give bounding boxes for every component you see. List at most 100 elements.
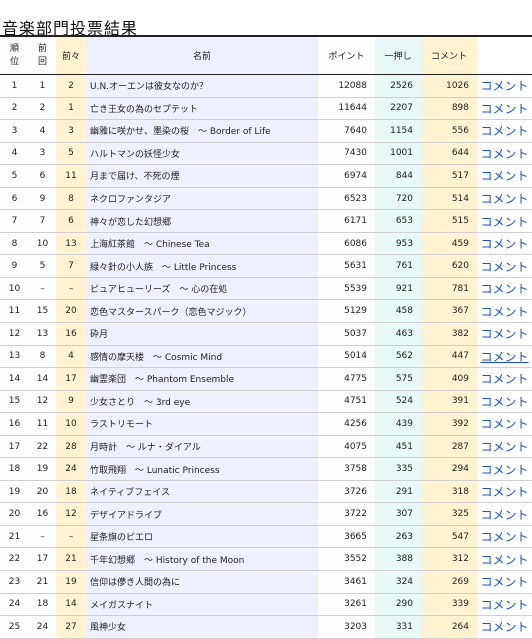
cell-rank: 10 [0, 277, 29, 301]
cell-comment-link: コメント [477, 593, 532, 617]
cell-song-name: 信仰は儚き人間の為に [86, 570, 318, 594]
comment-link[interactable]: コメント [480, 192, 528, 206]
cell-prev2: 4 [56, 345, 86, 369]
table-row: 3 4 3 幽雅に咲かせ、墨染の桜 ～ Border of Life 7640 1154 5… [0, 119, 532, 143]
cell-comments: 287 [421, 435, 477, 459]
cell-rank: 6 [0, 187, 29, 211]
comment-link[interactable]: コメント [480, 508, 528, 522]
cell-prev: – [29, 277, 56, 301]
comment-link[interactable]: コメント [480, 417, 528, 431]
cell-comment-link: コメント [477, 412, 532, 436]
cell-points: 4775 [318, 367, 375, 391]
comment-link[interactable]: コメント [480, 553, 528, 567]
cell-prev: 5 [29, 254, 56, 278]
comment-link[interactable]: コメント [480, 575, 528, 589]
comment-link[interactable]: コメント [480, 124, 528, 138]
cell-comments: 312 [421, 547, 477, 572]
header-prev: 前 回 [29, 35, 56, 75]
cell-song-name: U.N.オーエンは彼女なのか？ [86, 74, 318, 98]
header-rank-line2: 位 [9, 56, 19, 67]
cell-points: 3665 [318, 525, 375, 549]
cell-comment-link: コメント [477, 97, 532, 121]
table-row: 13 8 4 感情の摩天楼 ～ Cosmic Mind 5014 562 447 コメント [0, 345, 532, 369]
cell-prev2: 16 [56, 322, 86, 346]
cell-prev: 21 [29, 570, 56, 594]
table-row: 11 15 20 恋色マスタースパーク（恋色マジック） 5129 458 367 コメント [0, 299, 532, 324]
comment-link[interactable]: コメント [480, 463, 528, 477]
table-row: 1 1 2 U.N.オーエンは彼女なのか？ 12088 2526 1026 コメント [0, 74, 532, 98]
cell-rank: 7 [0, 209, 29, 233]
cell-song-name: 幽雅に咲かせ、墨染の桜 ～ Border of Life [86, 119, 318, 143]
cell-one-push: 439 [375, 412, 421, 436]
cell-prev: 20 [29, 480, 56, 504]
cell-prev: 16 [29, 502, 56, 526]
table-row: 7 7 6 神々が恋した幻想郷 6171 653 515 コメント [0, 209, 532, 233]
cell-one-push: 575 [375, 367, 421, 391]
cell-prev2: 10 [56, 412, 86, 436]
cell-prev2: 8 [56, 187, 86, 211]
cell-points: 3726 [318, 480, 375, 504]
comment-link[interactable]: コメント [480, 169, 528, 183]
cell-rank: 17 [0, 435, 29, 459]
cell-prev2: 6 [56, 209, 86, 233]
cell-song-name: 竹取飛翔 ～ Lunatic Princess [86, 457, 318, 481]
cell-comments: 339 [421, 593, 477, 617]
comment-link[interactable]: コメント [480, 237, 528, 251]
cell-rank: 12 [0, 322, 29, 346]
cell-comment-link: コメント [477, 615, 532, 639]
cell-rank: 5 [0, 164, 29, 188]
comment-link[interactable]: コメント [480, 102, 528, 116]
cell-prev2: 1 [56, 97, 86, 121]
cell-prev2: 5 [56, 142, 86, 166]
table-row: 21– – 星条旗のピエロ 3665 263 547 コメント [0, 525, 532, 549]
comment-link[interactable]: コメント [480, 147, 528, 161]
comment-link[interactable]: コメント [480, 327, 528, 341]
comment-link[interactable]: コメント [480, 620, 528, 634]
cell-comments: 781 [421, 277, 477, 301]
cell-one-push: 290 [375, 593, 421, 617]
cell-points: 5037 [318, 322, 375, 346]
comment-link[interactable]: コメント [480, 305, 528, 319]
cell-points: 5014 [318, 345, 375, 369]
comment-link[interactable]: コメント [480, 440, 528, 454]
comment-link[interactable]: コメント [480, 79, 528, 93]
cell-one-push: 720 [375, 187, 421, 211]
cell-comment-link: コメント [477, 570, 532, 594]
comment-link[interactable]: コメント [480, 598, 528, 612]
cell-rank: 9 [0, 254, 29, 278]
comment-link[interactable]: コメント [480, 485, 528, 499]
cell-one-push: 263 [375, 525, 421, 549]
table-row: 8 10 13 上海紅茶館 ～ Chinese Tea 6086 953 459 コメント [0, 232, 532, 256]
cell-comment-link: コメント [477, 502, 532, 526]
header-one-push: 一押し [375, 35, 421, 75]
cell-prev2: 12 [56, 502, 86, 526]
comment-link[interactable]: コメント [480, 372, 528, 386]
table-row: 9 5 7 緑々針の小人族 ～ Little Princess 5631 761 620 コメ… [0, 254, 532, 278]
cell-song-name: 千年幻想郷 ～ History of the Moon [86, 547, 318, 572]
cell-song-name: ネイティブフェイス [86, 480, 318, 504]
cell-comment-link: コメント [477, 142, 532, 166]
cell-comment-link: コメント [477, 299, 532, 324]
cell-prev2: 24 [56, 457, 86, 481]
header-rank: 順 位 [0, 35, 29, 75]
comment-link[interactable]: コメント [480, 215, 528, 229]
cell-song-name: ネクロファンタジア [86, 187, 318, 211]
comment-link[interactable]: コメント [480, 530, 528, 544]
comment-link[interactable]: コメント [480, 395, 528, 409]
cell-song-name: 月まで届け、不死の煙 [86, 164, 318, 188]
cell-song-name: 幽霊楽団 ～ Phantom Ensemble [86, 367, 318, 391]
cell-rank: 24 [0, 593, 29, 617]
cell-points: 7430 [318, 142, 375, 166]
comment-link[interactable]: コメント [480, 260, 528, 274]
cell-prev: 6 [29, 164, 56, 188]
header-name: 名前 [86, 35, 318, 75]
comment-link[interactable]: コメント [480, 282, 528, 296]
cell-rank: 21 [0, 525, 29, 549]
cell-one-push: 324 [375, 570, 421, 594]
comment-link[interactable]: コメント [480, 350, 528, 364]
cell-prev: 19 [29, 457, 56, 481]
table-row: 6 9 8 ネクロファンタジア 6523 720 514 コメント [0, 187, 532, 211]
cell-points: 5129 [318, 299, 375, 324]
cell-comment-link: コメント [477, 187, 532, 211]
cell-rank: 25 [0, 615, 29, 639]
